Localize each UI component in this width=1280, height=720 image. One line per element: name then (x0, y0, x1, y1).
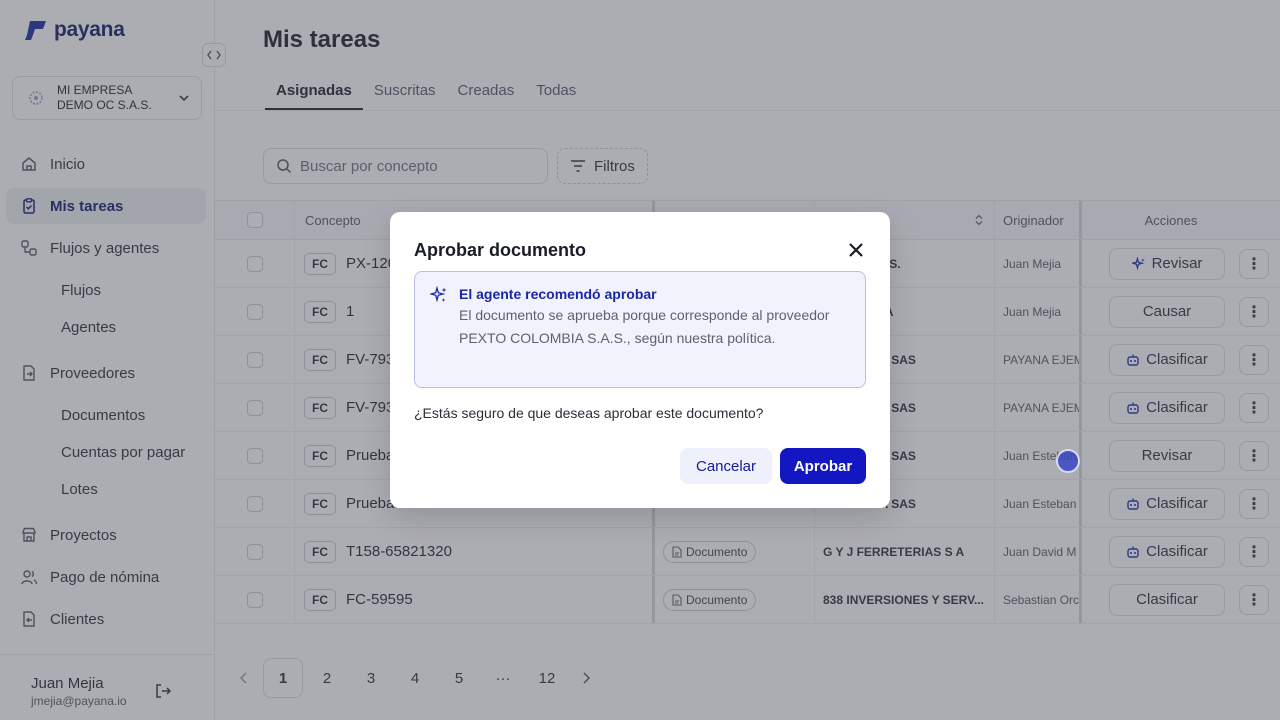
approve-button[interactable]: Aprobar (780, 448, 866, 484)
confirm-question: ¿Estás seguro de que deseas aprobar este… (414, 405, 764, 421)
sparkle-icon (430, 286, 447, 303)
cursor-indicator (1056, 449, 1080, 473)
close-icon[interactable] (846, 240, 866, 260)
agent-recommendation: El agente recomendó aprobar El documento… (414, 271, 866, 388)
approve-document-dialog: Aprobar documento El agente recomendó ap… (390, 212, 890, 508)
agent-recommendation-text: El documento se aprueba porque correspon… (459, 307, 830, 346)
dialog-title: Aprobar documento (414, 240, 587, 260)
agent-recommendation-title: El agente recomendó aprobar (459, 286, 657, 302)
cancel-button[interactable]: Cancelar (680, 448, 772, 484)
